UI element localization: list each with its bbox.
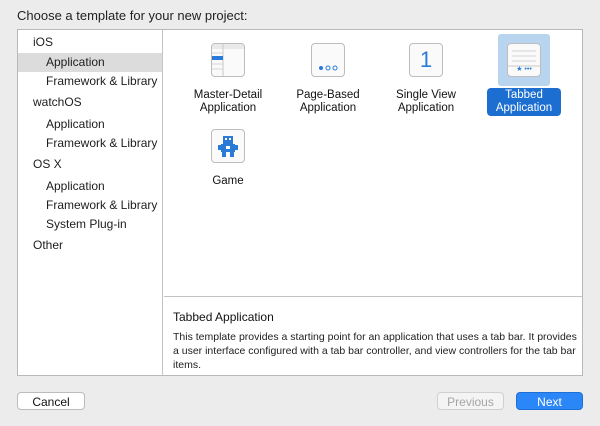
template-label-line2: Application (299, 102, 357, 114)
template-label-line1: Master-Detail (193, 89, 263, 101)
sidebar-item-ios-framework-library[interactable]: Framework & Library (18, 72, 162, 91)
template-label-line1: Tabbed (505, 89, 543, 101)
template-description-pane: Tabbed Application This template provide… (164, 296, 583, 375)
sidebar-section-ios[interactable]: iOS (18, 33, 162, 52)
template-master-detail[interactable]: Master-Detail Application (189, 30, 267, 120)
tabbed-icon: ★ ••• (507, 43, 541, 77)
dialog-title: Choose a template for your new project: (17, 8, 248, 23)
single-view-icon-number: 1 (419, 47, 433, 72)
game-icon (211, 129, 245, 163)
template-game[interactable]: Game (189, 122, 267, 192)
single-view-icon: 1 (409, 43, 443, 77)
description-text: This template provides a starting point … (173, 331, 577, 371)
sidebar-section-watchos[interactable]: watchOS (18, 93, 162, 112)
next-button[interactable]: Next (516, 392, 583, 410)
platform-sidebar: iOS Application Framework & Library watc… (18, 30, 163, 375)
template-label-line1: Page-Based (296, 89, 360, 101)
template-label-line1: Single View (396, 89, 456, 101)
sidebar-section-other[interactable]: Other (18, 236, 162, 255)
description-title: Tabbed Application (173, 310, 274, 324)
page-based-icon (311, 43, 345, 77)
tab-bar-glyphs: ★ ••• (516, 66, 532, 73)
template-chooser-panel: iOS Application Framework & Library watc… (17, 29, 583, 376)
sidebar-item-osx-application[interactable]: Application (18, 177, 162, 196)
template-label-line2: Application (495, 102, 553, 114)
sidebar-item-watchos-framework-library[interactable]: Framework & Library (18, 134, 162, 153)
sidebar-section-osx[interactable]: OS X (18, 155, 162, 174)
template-single-view[interactable]: 1 Single View Application (387, 30, 465, 120)
master-detail-icon (211, 43, 245, 77)
cancel-button[interactable]: Cancel (17, 392, 85, 410)
template-label-line1: Game (212, 175, 244, 187)
template-label-line2: Application (199, 102, 257, 114)
sidebar-item-ios-application[interactable]: Application (18, 53, 162, 72)
sidebar-item-osx-framework-library[interactable]: Framework & Library (18, 196, 162, 215)
template-tabbed[interactable]: ★ ••• Tabbed Application (485, 30, 563, 120)
previous-button[interactable]: Previous (437, 392, 504, 410)
template-label-line2: Application (397, 102, 455, 114)
sidebar-item-watchos-application[interactable]: Application (18, 115, 162, 134)
template-page-based[interactable]: Page-Based Application (289, 30, 367, 120)
template-grid: Master-Detail Application Page-Based App… (164, 30, 583, 296)
sidebar-item-osx-system-plugin[interactable]: System Plug-in (18, 215, 162, 234)
